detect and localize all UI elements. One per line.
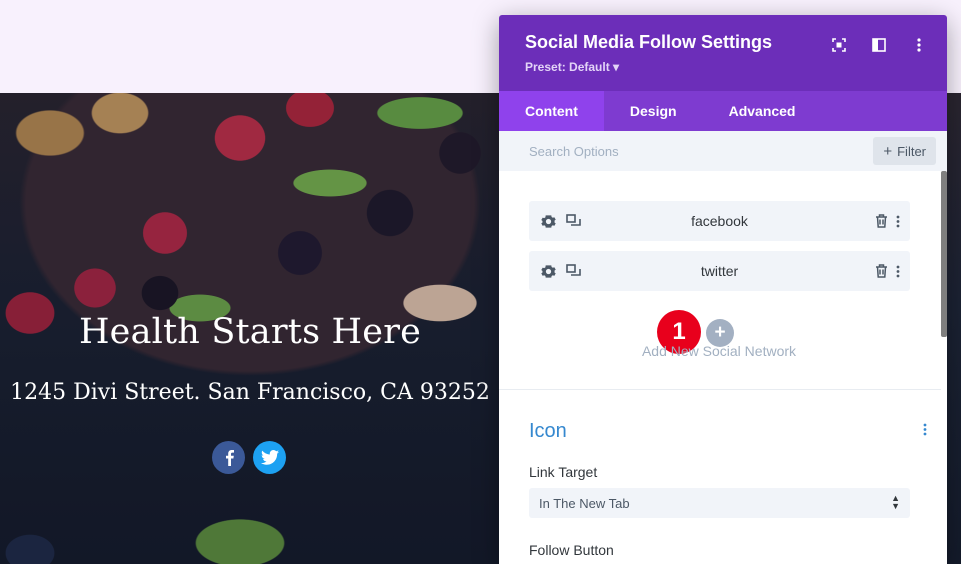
panel-header: Social Media Follow Settings Preset: Def… — [499, 15, 947, 91]
follow-button-label: Follow Button — [529, 542, 614, 558]
section-divider — [499, 389, 941, 390]
item-right-actions — [875, 264, 900, 278]
preset-dropdown[interactable]: Preset: Default ▾ — [525, 60, 921, 74]
tab-content[interactable]: Content — [499, 91, 604, 131]
item-left-actions — [541, 264, 581, 279]
item-right-actions — [875, 214, 900, 228]
add-network-area: 1 + Add New Social Network — [499, 310, 947, 365]
filter-button[interactable]: + Filter — [873, 137, 936, 165]
gear-icon[interactable] — [541, 214, 556, 229]
tab-advanced[interactable]: Advanced — [703, 91, 822, 131]
search-options-input[interactable] — [529, 143, 829, 159]
more-vertical-icon[interactable] — [896, 215, 900, 228]
item-left-actions — [541, 214, 581, 229]
link-target-label: Link Target — [529, 464, 598, 480]
more-vertical-icon[interactable] — [896, 265, 900, 278]
twitter-icon[interactable] — [253, 441, 286, 474]
duplicate-icon[interactable] — [566, 264, 581, 278]
gear-icon[interactable] — [541, 264, 556, 279]
link-target-value: In The New Tab — [539, 495, 630, 511]
social-network-label: facebook — [691, 213, 748, 229]
twitter-bird-icon — [260, 450, 279, 465]
tab-bar: Content Design Advanced — [499, 91, 947, 131]
trash-icon[interactable] — [875, 264, 888, 278]
select-arrows-icon: ▲ ▼ — [891, 493, 900, 511]
duplicate-icon[interactable] — [566, 214, 581, 228]
hero-address: 1245 Divi Street. San Francisco, CA 9325… — [10, 380, 490, 405]
trash-icon[interactable] — [875, 214, 888, 228]
social-network-item[interactable]: twitter — [529, 251, 910, 291]
hero-title: Health Starts Here — [78, 312, 422, 352]
icon-section-title[interactable]: Icon — [529, 420, 567, 443]
tab-design[interactable]: Design — [604, 91, 703, 131]
filter-label: Filter — [897, 143, 926, 159]
more-vertical-icon[interactable] — [909, 35, 929, 55]
social-network-list: facebook twitter — [529, 201, 910, 301]
link-target-select[interactable]: In The New Tab ▲ ▼ — [529, 488, 910, 518]
section-more-icon[interactable] — [923, 423, 927, 441]
settings-panel: Social Media Follow Settings Preset: Def… — [499, 15, 947, 564]
social-network-item[interactable]: facebook — [529, 201, 910, 241]
facebook-glyph-icon — [225, 450, 234, 466]
focus-icon[interactable] — [829, 35, 849, 55]
add-network-label[interactable]: Add New Social Network — [499, 343, 939, 359]
header-icon-group — [829, 35, 929, 55]
split-view-icon[interactable] — [869, 35, 889, 55]
facebook-icon[interactable] — [212, 441, 245, 474]
plus-icon: + — [883, 142, 893, 160]
social-network-label: twitter — [700, 263, 739, 279]
search-row: + Filter — [499, 131, 947, 171]
social-follow-icons — [212, 441, 286, 474]
